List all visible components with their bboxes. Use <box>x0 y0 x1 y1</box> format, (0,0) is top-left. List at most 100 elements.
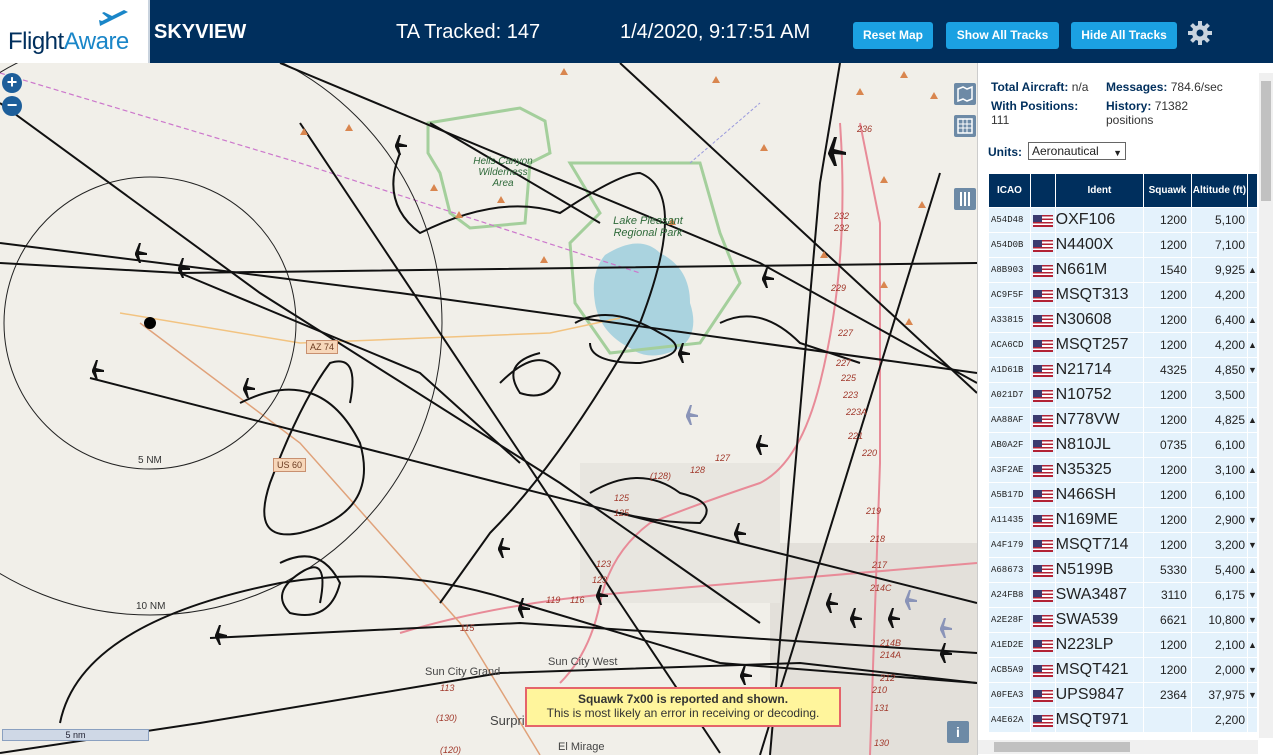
flag-cell <box>1030 358 1055 382</box>
icao-cell: A54D0B <box>989 233 1030 257</box>
table-row[interactable]: A54D0B N4400X 1200 7,100 <box>989 233 1257 257</box>
flag-cell <box>1030 458 1055 482</box>
grid-toggle-button[interactable] <box>954 115 976 137</box>
show-all-tracks-button[interactable]: Show All Tracks <box>946 22 1059 49</box>
us-flag-icon <box>1032 239 1053 252</box>
icao-cell: A4F179 <box>989 533 1030 557</box>
table-row[interactable]: A4F179 MSQT714 1200 3,200 ▼ <box>989 533 1257 557</box>
squawk-cell: 1200 <box>1144 333 1191 357</box>
vertical-trend-cell <box>1248 708 1257 732</box>
route-number-label: 125 <box>614 508 630 518</box>
route-number-label: 217 <box>872 560 888 570</box>
vertical-trend-cell <box>1248 383 1257 407</box>
table-row[interactable]: A5B17D N466SH 1200 6,100 <box>989 483 1257 507</box>
ident-cell: N778VW <box>1055 408 1144 432</box>
units-label: Units: <box>988 145 1022 159</box>
flag-cell <box>1030 683 1055 707</box>
alert-title: Squawk 7x00 is reported and shown. <box>577 692 789 706</box>
us-flag-icon <box>1032 289 1053 302</box>
table-row[interactable]: AA88AF N778VW 1200 4,825 ▲ <box>989 408 1257 432</box>
route-number-label: 232 <box>834 211 850 221</box>
table-row[interactable]: A3F2AE N35325 1200 3,100 ▲ <box>989 458 1257 482</box>
scale-bar: 5 nm <box>2 729 149 741</box>
horizontal-scrollbar[interactable] <box>978 740 1258 754</box>
ident-cell: N466SH <box>1055 483 1144 507</box>
table-row[interactable]: A11435 N169ME 1200 2,900 ▼ <box>989 508 1257 532</box>
column-squawk[interactable]: Squawk <box>1144 174 1191 207</box>
us-flag-icon <box>1032 564 1053 577</box>
column-toggle-button[interactable] <box>954 188 976 210</box>
squawk-cell: 1200 <box>1144 633 1191 657</box>
hide-all-tracks-button[interactable]: Hide All Tracks <box>1071 22 1177 49</box>
vertical-trend-cell <box>1248 283 1257 307</box>
us-flag-icon <box>1032 664 1053 677</box>
column-dir <box>1248 174 1257 207</box>
route-number-label: 218 <box>870 534 886 544</box>
route-number-label: 119 <box>546 595 561 605</box>
table-row[interactable]: ACB5A9 MSQT421 1200 2,000 ▼ <box>989 658 1257 682</box>
table-row[interactable]: AB0A2F N810JL 0735 6,100 <box>989 433 1257 457</box>
column-flag[interactable] <box>1030 174 1055 207</box>
route-number-label: 214B <box>880 638 902 648</box>
column-ident[interactable]: Ident <box>1055 174 1144 207</box>
with-positions-stat: With Positions: 111 <box>991 99 1079 127</box>
table-row[interactable]: A1D61B N21714 4325 4,850 ▼ <box>989 358 1257 382</box>
icao-cell: A3F2AE <box>989 458 1030 482</box>
flag-cell <box>1030 308 1055 332</box>
zoom-out-button[interactable]: − <box>2 96 22 116</box>
route-number-label: 232 <box>834 223 850 233</box>
table-row[interactable]: A33815 N30608 1200 6,400 ▲ <box>989 308 1257 332</box>
table-row[interactable]: AC9F5F MSQT313 1200 4,200 <box>989 283 1257 307</box>
range-ring-10nm <box>0 63 443 616</box>
table-row[interactable]: A8B903 N661M 1540 9,925 ▲ <box>989 258 1257 282</box>
icao-cell: AB0A2F <box>989 433 1030 457</box>
table-row[interactable]: A68673 N5199B 5330 5,400 ▲ <box>989 558 1257 582</box>
range-label-5nm: 5 NM <box>138 455 162 466</box>
scrollbar-thumb[interactable] <box>1261 81 1271 201</box>
ident-cell: N223LP <box>1055 633 1144 657</box>
vertical-trend-cell <box>1248 483 1257 507</box>
county-boundary-2 <box>689 102 761 164</box>
column-altitude[interactable]: Altitude (ft) <box>1191 174 1248 207</box>
ident-cell: N35325 <box>1055 458 1144 482</box>
table-row[interactable]: A24FB8 SWA3487 3110 6,175 ▼ <box>989 583 1257 607</box>
route-number-label: (128) <box>650 471 672 481</box>
icao-cell: AA88AF <box>989 408 1030 432</box>
table-row[interactable]: ACA6CD MSQT257 1200 4,200 ▲ <box>989 333 1257 357</box>
altitude-cell: 4,200 <box>1191 283 1248 307</box>
map-layers-button[interactable] <box>954 83 976 105</box>
vertical-scrollbar[interactable] <box>1259 73 1273 738</box>
ident-cell: N5199B <box>1055 558 1144 582</box>
reset-map-button[interactable]: Reset Map <box>853 22 933 49</box>
altitude-cell: 4,825 <box>1191 408 1248 432</box>
vertical-trend-cell: ▲ <box>1248 308 1257 332</box>
table-row[interactable]: A4E62A MSQT971 2,200 <box>989 708 1257 732</box>
ident-cell: SWA3487 <box>1055 583 1144 607</box>
route-number-label: 227 <box>838 328 854 338</box>
table-row[interactable]: A0FEA3 UPS9847 2364 37,975 ▼ <box>989 683 1257 707</box>
units-select[interactable]: Aeronautical ▼ <box>1028 142 1126 160</box>
info-button[interactable]: i <box>947 721 969 743</box>
route-number-label: 115 <box>460 623 475 633</box>
gear-icon[interactable] <box>1187 20 1213 46</box>
vertical-trend-cell: ▼ <box>1248 358 1257 382</box>
park-label-hells-canyon: Hells Canyon Wilderness Area <box>473 156 533 189</box>
table-header-row: ICAO Ident Squawk Altitude (ft) <box>989 174 1257 207</box>
icao-cell: A68673 <box>989 558 1030 582</box>
ident-cell: N810JL <box>1055 433 1144 457</box>
icao-cell: A24FB8 <box>989 583 1030 607</box>
columns-icon <box>960 192 970 206</box>
flightaware-logo[interactable]: FlightAware <box>0 0 150 63</box>
logo-text: FlightAware <box>8 28 129 55</box>
table-row[interactable]: A54D48 OXF106 1200 5,100 <box>989 208 1257 232</box>
column-icao[interactable]: ICAO <box>989 174 1030 207</box>
flag-cell <box>1030 608 1055 632</box>
zoom-in-button[interactable]: + <box>2 73 22 93</box>
table-row[interactable]: A2E28F SWA539 6621 10,800 ▼ <box>989 608 1257 632</box>
squawk-cell: 6621 <box>1144 608 1191 632</box>
scrollbar-thumb[interactable] <box>994 742 1130 752</box>
map-view[interactable]: + − 5 NM 10 NM Hells Canyon Wilderness A… <box>0 63 977 755</box>
table-row[interactable]: A021D7 N10752 1200 3,500 <box>989 383 1257 407</box>
table-row[interactable]: A1ED2E N223LP 1200 2,100 ▲ <box>989 633 1257 657</box>
route-number-label: 127 <box>715 453 731 463</box>
